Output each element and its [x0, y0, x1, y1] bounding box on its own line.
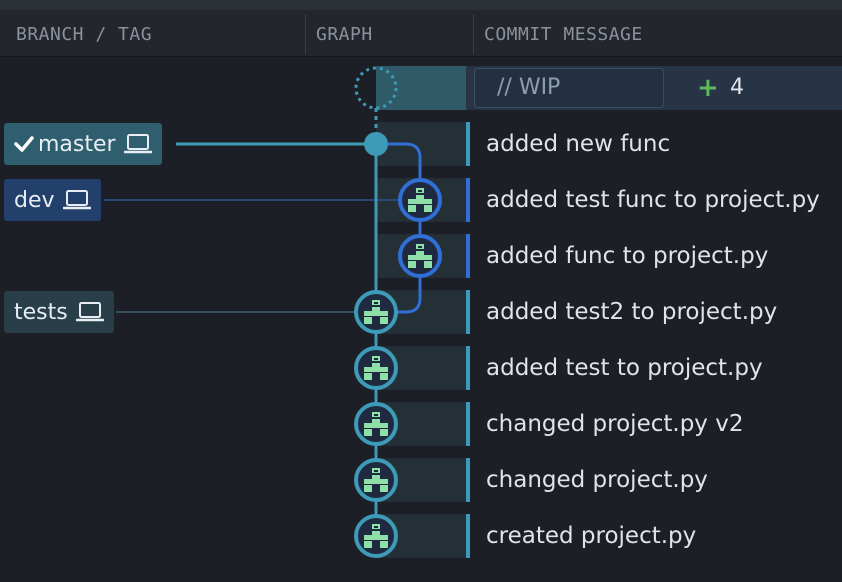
branch-name: master	[38, 131, 116, 157]
checkmark-icon	[14, 134, 34, 154]
branch-label-dev[interactable]: dev	[4, 179, 101, 221]
wip-node[interactable]	[354, 66, 398, 110]
commit-avatar-icon[interactable]	[354, 402, 398, 446]
branch-label-master[interactable]: master	[4, 123, 162, 165]
branch-name: dev	[14, 187, 55, 213]
laptop-icon	[62, 189, 91, 211]
commit-avatar-icon[interactable]	[398, 178, 442, 222]
commit-graph	[104, 66, 442, 558]
commit-avatar-icon[interactable]	[354, 290, 398, 334]
commit-avatar-icon[interactable]	[354, 346, 398, 390]
branch-name: tests	[14, 299, 68, 325]
branch-label-tests[interactable]: tests	[4, 291, 114, 333]
commit-node[interactable]	[364, 132, 388, 156]
laptop-icon	[123, 133, 152, 155]
dev-lane	[376, 142, 422, 314]
laptop-icon	[75, 301, 104, 323]
commit-avatar-icon[interactable]	[354, 458, 398, 502]
commit-avatar-icon[interactable]	[398, 234, 442, 278]
commit-avatar-icon[interactable]	[354, 514, 398, 558]
